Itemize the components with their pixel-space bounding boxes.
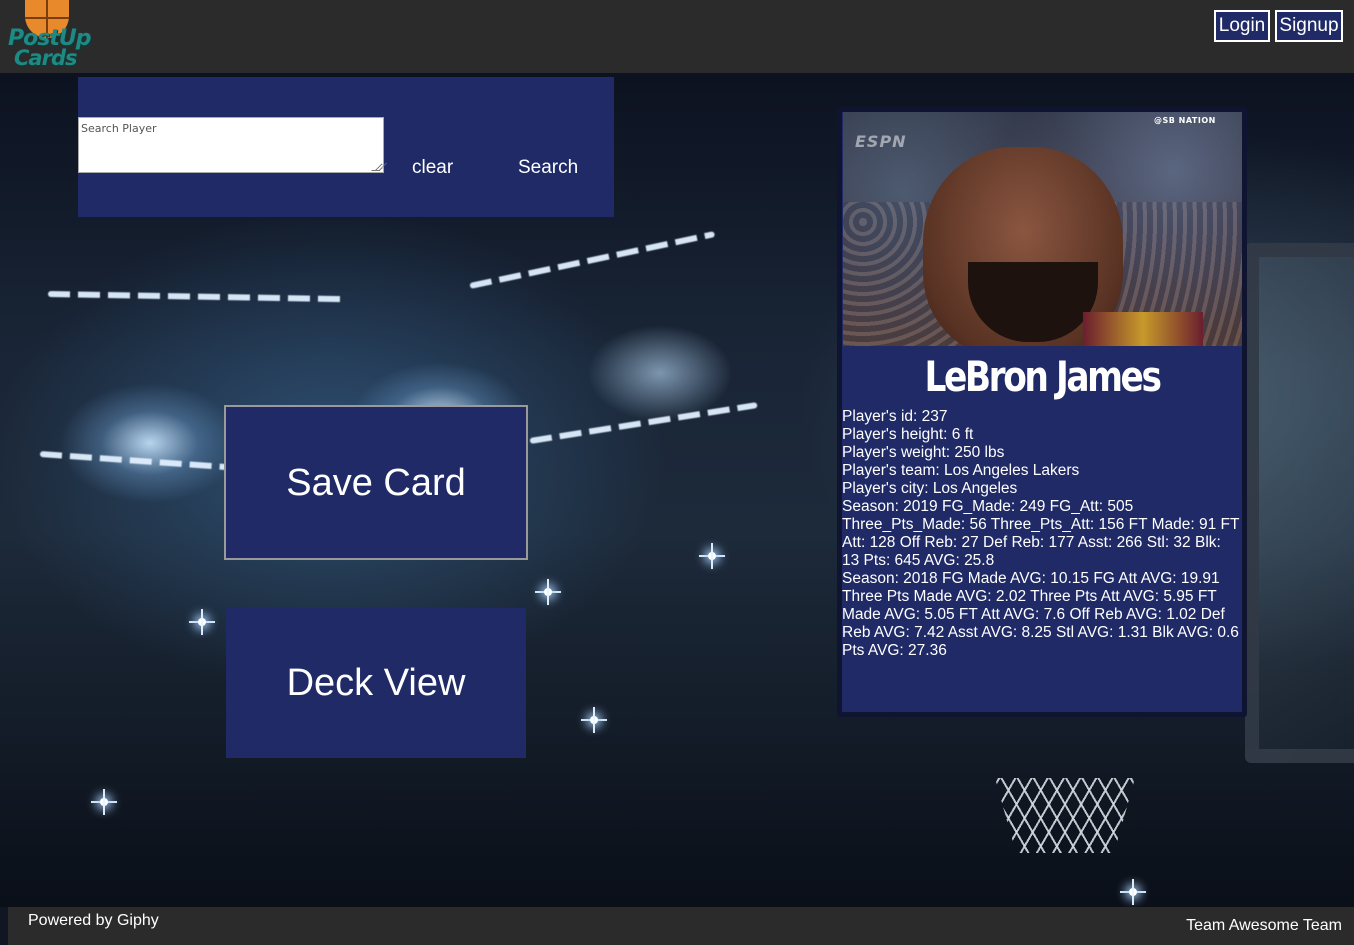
stat-season-2019: Season: 2019 FG_Made: 249 FG_Att: 505 Th… [842,498,1240,569]
powered-by-giphy: Powered by Giphy [28,912,159,929]
stat-player-team: Player's team: Los Angeles Lakers [842,462,1080,479]
espn-watermark: ESPN [855,132,907,151]
player-card: ESPN @SB NATION LeBron James Player's id… [837,107,1247,717]
login-button[interactable]: Login [1214,10,1270,42]
stat-player-weight: Player's weight: 250 lbs [842,444,1005,461]
basketball-net [995,778,1135,853]
search-player-input[interactable] [78,117,384,173]
stat-season-2018: Season: 2018 FG Made AVG: 10.15 FG Att A… [842,570,1239,659]
postup-cards-logo[interactable]: PostUp Cards [6,0,92,72]
player-name: LeBron James [924,352,1161,401]
stat-player-id: Player's id: 237 [842,408,948,425]
stat-player-city: Player's city: Los Angeles [842,480,1018,497]
search-panel: clear Search [78,77,614,217]
top-nav-bar: PostUp Cards Login Signup [0,0,1354,73]
footer-bar: Powered by Giphy Team Awesome Team [8,907,1354,945]
player-stats: Player's id: 237 Player's height: 6 ft P… [842,408,1242,660]
deck-view-button[interactable]: Deck View [226,608,526,758]
clear-button[interactable]: clear [412,157,453,183]
team-credit: Team Awesome Team [1186,917,1342,934]
sbnation-watermark: @SB NATION [1154,116,1216,125]
save-card-button[interactable]: Save Card [224,405,528,560]
player-gif-image: ESPN @SB NATION [843,112,1242,346]
backboard [1245,243,1354,763]
search-button[interactable]: Search [518,157,578,183]
stat-player-height: Player's height: 6 ft [842,426,974,443]
signup-button[interactable]: Signup [1275,10,1343,42]
